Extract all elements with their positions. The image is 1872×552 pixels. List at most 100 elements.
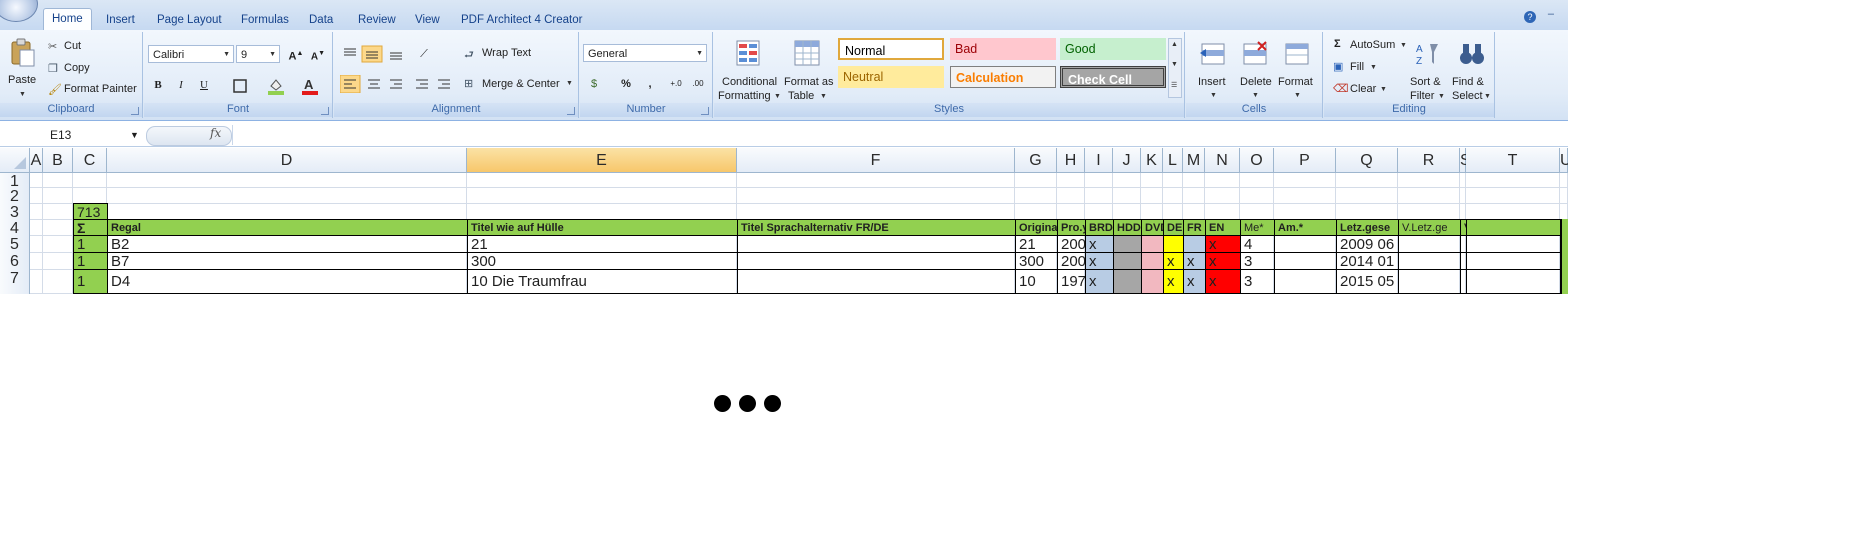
- en-cell[interactable]: x: [1205, 235, 1241, 253]
- header-fr[interactable]: FR: [1183, 219, 1206, 236]
- am-cell[interactable]: [1274, 252, 1337, 270]
- style-bad[interactable]: Bad: [950, 38, 1056, 60]
- header-year[interactable]: Pro.ye: [1057, 219, 1086, 236]
- decrease-decimal-icon[interactable]: .00: [688, 74, 708, 94]
- merge-center-button[interactable]: Merge & Center: [482, 78, 560, 90]
- number-format-select[interactable]: General ▼: [583, 44, 707, 62]
- find-select-button[interactable]: Find & Select ▼: [1450, 36, 1492, 102]
- column-header-c[interactable]: C: [73, 148, 107, 173]
- font-launcher-icon[interactable]: [321, 107, 329, 115]
- cut-button[interactable]: Cut: [64, 40, 81, 52]
- column-header-q[interactable]: Q: [1336, 148, 1398, 173]
- hdd-cell[interactable]: [1113, 252, 1142, 270]
- format-as-table-button[interactable]: Format as Table ▼: [782, 36, 834, 102]
- formula-input[interactable]: [232, 125, 1568, 145]
- regal-cell[interactable]: B7: [107, 252, 468, 270]
- horizontal-align-icons[interactable]: [340, 75, 456, 93]
- column-header-f[interactable]: F: [737, 148, 1015, 173]
- header-titel[interactable]: Titel wie auf Hülle: [467, 219, 738, 236]
- count-cell[interactable]: 1: [73, 269, 108, 294]
- u-cell[interactable]: [1560, 269, 1568, 294]
- tab-review[interactable]: Review: [350, 10, 404, 30]
- styles-scroll[interactable]: ▲ ▼ ☰: [1168, 38, 1182, 98]
- column-header-e[interactable]: E: [467, 148, 737, 173]
- row-header-2[interactable]: 2: [0, 188, 30, 205]
- row-header-7[interactable]: 7: [0, 270, 30, 294]
- fill-dropdown-icon[interactable]: ▼: [1370, 64, 1377, 71]
- tab-data[interactable]: Data: [301, 10, 341, 30]
- office-button[interactable]: [0, 0, 38, 22]
- header-me[interactable]: Me*: [1240, 219, 1275, 236]
- column-header-r[interactable]: R: [1398, 148, 1460, 173]
- minimize-ribbon-icon[interactable]: –: [1548, 8, 1554, 20]
- column-header-j[interactable]: J: [1113, 148, 1141, 173]
- column-header-o[interactable]: O: [1240, 148, 1274, 173]
- style-neutral[interactable]: Neutral: [838, 66, 944, 88]
- u-cell[interactable]: [1560, 219, 1568, 236]
- row-header-5[interactable]: 5: [0, 236, 30, 253]
- column-header-g[interactable]: G: [1015, 148, 1057, 173]
- total-count-cell[interactable]: 713: [73, 203, 108, 220]
- column-header-t[interactable]: T: [1466, 148, 1560, 173]
- tab-formulas[interactable]: Formulas: [233, 10, 297, 30]
- me-cell[interactable]: 4: [1240, 235, 1275, 253]
- year-cell[interactable]: 2008: [1057, 235, 1086, 253]
- conditional-formatting-button[interactable]: Conditional Formatting ▼: [716, 36, 782, 102]
- letz-cell[interactable]: 2015 05: [1336, 269, 1399, 294]
- me-cell[interactable]: 3: [1240, 269, 1275, 294]
- brd-cell[interactable]: x: [1085, 235, 1114, 253]
- column-header-i[interactable]: I: [1085, 148, 1113, 173]
- hdd-cell[interactable]: [1113, 269, 1142, 294]
- s-cell[interactable]: [1466, 252, 1561, 270]
- brd-cell[interactable]: x: [1085, 269, 1114, 294]
- sort-filter-button[interactable]: A Z Sort & Filter ▼: [1406, 36, 1446, 102]
- count-cell[interactable]: 1: [73, 235, 108, 253]
- regal-cell[interactable]: B2: [107, 235, 468, 253]
- dvd-cell[interactable]: [1141, 235, 1164, 253]
- de-cell[interactable]: [1163, 235, 1184, 253]
- font-size-select[interactable]: 9 ▼: [236, 45, 280, 63]
- titel-alt-cell[interactable]: [737, 252, 1016, 270]
- header-originaltitel[interactable]: Originaltitel: [1015, 219, 1058, 236]
- font-name-select[interactable]: Calibri ▼: [148, 45, 234, 63]
- grow-font-icon[interactable]: A▲: [286, 44, 306, 64]
- paste-button[interactable]: Paste ▼: [4, 36, 40, 100]
- en-cell[interactable]: x: [1205, 269, 1241, 294]
- fr-cell[interactable]: [1183, 235, 1206, 253]
- row-header-1[interactable]: 1: [0, 173, 30, 190]
- tab-insert[interactable]: Insert: [98, 10, 143, 30]
- tab-view[interactable]: View: [407, 10, 448, 30]
- bold-button[interactable]: B: [148, 75, 168, 95]
- titel-cell[interactable]: 21: [467, 235, 738, 253]
- u-cell[interactable]: [1560, 235, 1568, 253]
- column-header-u[interactable]: U: [1560, 148, 1568, 173]
- insert-button[interactable]: Insert ▼: [1192, 36, 1234, 102]
- column-header-k[interactable]: K: [1141, 148, 1163, 173]
- originaltitel-cell[interactable]: 10: [1015, 269, 1058, 294]
- fr-cell[interactable]: x: [1183, 252, 1206, 270]
- vertical-align-icons[interactable]: [340, 45, 410, 63]
- en-cell[interactable]: x: [1205, 252, 1241, 270]
- comma-button[interactable]: ,: [640, 74, 660, 94]
- styles-more-icon[interactable]: ☰: [1171, 81, 1177, 89]
- styles-up-icon[interactable]: ▲: [1171, 41, 1178, 48]
- paste-dropdown-icon[interactable]: ▼: [19, 91, 26, 98]
- header-vletz[interactable]: V.Letz.ge: [1398, 219, 1461, 236]
- am-cell[interactable]: [1274, 235, 1337, 253]
- header-brd[interactable]: BRD: [1085, 219, 1114, 236]
- header-am[interactable]: Am.*: [1274, 219, 1337, 236]
- column-header-n[interactable]: N: [1205, 148, 1240, 173]
- clear-button[interactable]: Clear: [1350, 83, 1376, 95]
- u-cell[interactable]: [1560, 252, 1568, 270]
- dvd-cell[interactable]: [1141, 252, 1164, 270]
- regal-cell[interactable]: D4: [107, 269, 468, 294]
- italic-button[interactable]: I: [171, 75, 191, 95]
- header-dvd[interactable]: DVD: [1141, 219, 1164, 236]
- currency-icon[interactable]: $: [584, 74, 604, 94]
- titel-alt-cell[interactable]: [737, 269, 1016, 294]
- column-header-m[interactable]: M: [1183, 148, 1205, 173]
- titel-cell[interactable]: 10 Die Traumfrau: [467, 269, 738, 294]
- vletz-cell[interactable]: [1398, 252, 1461, 270]
- letz-cell[interactable]: 2009 06: [1336, 235, 1399, 253]
- column-header-p[interactable]: P: [1274, 148, 1336, 173]
